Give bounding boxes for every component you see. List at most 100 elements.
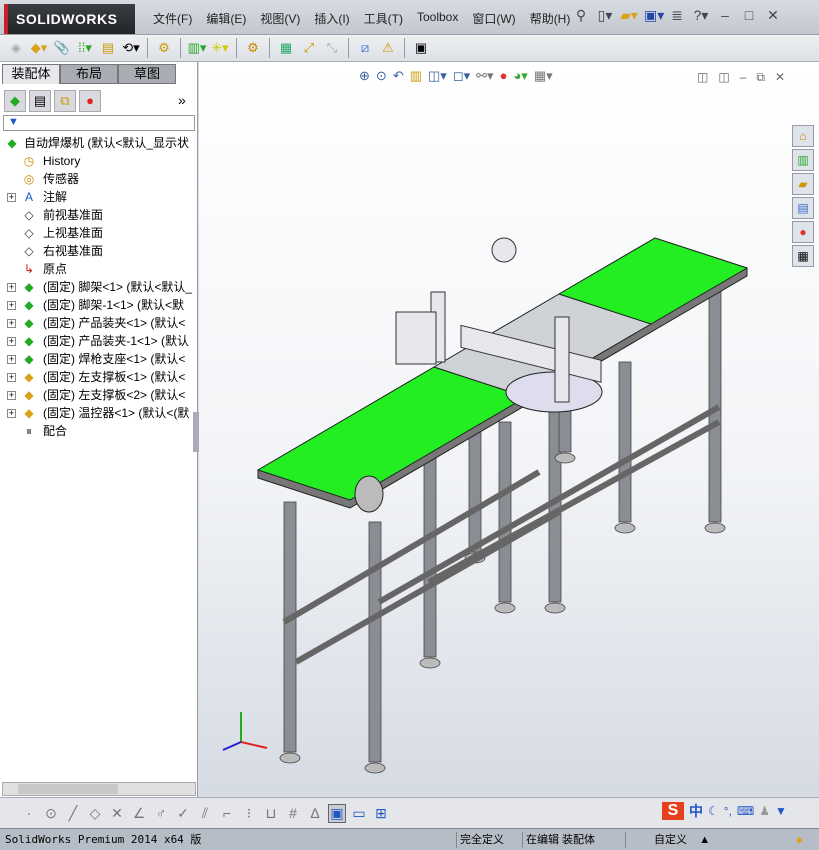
expand-toggle[interactable]: + [7, 355, 16, 364]
tree-item[interactable]: + ◆ (固定) 产品装夹-1<1> (默认 [0, 332, 197, 350]
polygon-icon[interactable]: ◇ [86, 805, 104, 822]
reference-geometry-icon[interactable]: ✳▾ [210, 38, 230, 58]
interference-detection-icon[interactable]: ⧄ [355, 38, 375, 58]
instant3d-icon[interactable]: ▣ [411, 38, 431, 58]
skin-icon[interactable]: ▼ [775, 804, 787, 818]
expand-toggle[interactable]: + [7, 283, 16, 292]
more-chevron[interactable]: » [178, 92, 186, 108]
minimize-button[interactable]: – [716, 5, 734, 25]
explode-line-icon[interactable]: ⤡ [322, 38, 342, 58]
parallel-icon[interactable]: ⫽ [196, 805, 214, 822]
menu-window[interactable]: 窗口(W) [465, 10, 522, 27]
dimension-icon[interactable]: ⊔ [262, 805, 280, 822]
tree-item[interactable]: + ◆ (固定) 温控器<1> (默认<(默 [0, 404, 197, 422]
sogou-icon[interactable]: S [662, 802, 684, 820]
dotted-line-icon[interactable]: ⁝ [240, 805, 258, 822]
tree-item[interactable]: ◷ History [0, 152, 197, 170]
tangent-icon[interactable]: ♂ [152, 805, 170, 821]
open-icon[interactable]: ▰▾ [620, 5, 638, 25]
keyboard-icon[interactable]: ⌨ [737, 804, 754, 818]
edit-component-icon[interactable]: ◈ [6, 38, 26, 58]
feature-manager-icon[interactable]: ◆ [4, 90, 26, 112]
menu-insert[interactable]: 插入(I) [307, 10, 356, 27]
clearance-verification-icon[interactable]: ⚠ [378, 38, 398, 58]
pin-icon[interactable]: ⚲ [572, 5, 590, 25]
menu-edit[interactable]: 编辑(E) [199, 10, 253, 27]
point-icon[interactable]: · [20, 805, 38, 821]
angle-dim-icon[interactable]: ∆ [306, 805, 324, 821]
intersection-icon[interactable]: ✕ [108, 805, 126, 822]
configuration-manager-icon[interactable]: ⧉ [54, 90, 76, 112]
grid-icon[interactable]: # [284, 805, 302, 821]
single-view-icon[interactable]: ▭ [350, 805, 368, 822]
help-icon[interactable]: ?▾ [692, 5, 710, 25]
3d-box-icon[interactable]: ▣ [328, 803, 346, 823]
tree-item[interactable]: + ◆ (固定) 脚架-1<1> (默认<默 [0, 296, 197, 314]
punctuation-icon[interactable]: °, [724, 804, 732, 818]
tree-item[interactable]: + ◆ (固定) 脚架<1> (默认<默认_ [0, 278, 197, 296]
tab-assembly[interactable]: 装配体 [2, 64, 60, 84]
options-icon[interactable]: ≣ [668, 5, 686, 25]
view-palette-icon[interactable]: ▤ [792, 197, 814, 219]
file-explorer-icon[interactable]: ▰ [792, 173, 814, 195]
tab-layout[interactable]: 布局 [60, 64, 118, 84]
tree-item[interactable]: ◇ 前视基准面 [0, 206, 197, 224]
move-component-icon[interactable]: ⟲▾ [121, 38, 141, 58]
tree-item[interactable]: ◆ 自动焊爆机 (默认<默认_显示状 [0, 134, 197, 152]
design-library-icon[interactable]: ▥ [792, 149, 814, 171]
user-icon[interactable]: ♟ [759, 804, 770, 818]
filter-icon[interactable]: ▼ [8, 116, 19, 128]
filter-input[interactable]: ▼ [3, 115, 195, 131]
appearances-icon[interactable]: ● [792, 221, 814, 243]
corner-icon[interactable]: ⌐ [218, 805, 236, 821]
ime-language[interactable]: 中 [689, 801, 703, 821]
insert-components-icon[interactable]: ◆▾ [29, 38, 49, 58]
tag-icon[interactable]: ◆ [793, 832, 806, 848]
tree-item[interactable]: + ◆ (固定) 产品装夹<1> (默认< [0, 314, 197, 332]
menu-help[interactable]: 帮助(H) [523, 10, 578, 27]
tree-item[interactable]: + ◆ (固定) 左支撑板<1> (默认< [0, 368, 197, 386]
expand-toggle[interactable]: + [7, 409, 16, 418]
tree-item[interactable]: ◇ 上视基准面 [0, 224, 197, 242]
linear-pattern-icon[interactable]: ⁞⁞▾ [75, 38, 95, 58]
expand-toggle[interactable]: + [7, 391, 16, 400]
new-doc-icon[interactable]: ▯▾ [596, 5, 614, 25]
circle-icon[interactable]: ⊙ [42, 805, 60, 822]
display-manager-icon[interactable]: ● [79, 90, 101, 112]
menu-file[interactable]: 文件(F) [146, 10, 199, 27]
property-manager-icon[interactable]: ▤ [29, 90, 51, 112]
smart-fasteners-icon[interactable]: ▤ [98, 38, 118, 58]
restore-button[interactable]: □ [740, 5, 758, 25]
units-selector[interactable]: 自定义 ▲ [625, 832, 713, 848]
tree-item[interactable]: ⏸ 配合 [0, 422, 197, 440]
home-icon[interactable]: ⌂ [792, 125, 814, 147]
assembly-features-icon[interactable]: ▥▾ [187, 38, 207, 58]
menu-view[interactable]: 视图(V) [253, 10, 307, 27]
perpendicular-icon[interactable]: ✓ [174, 805, 192, 822]
motion-study-icon[interactable]: ⚙ [243, 38, 263, 58]
save-icon[interactable]: ▣▾ [644, 5, 664, 25]
tree-item[interactable]: ↳ 原点 [0, 260, 197, 278]
units-arrow[interactable]: ▲ [699, 834, 710, 846]
menu-toolbox[interactable]: Toolbox [410, 10, 465, 27]
solidworks-logo[interactable]: SOLIDWORKS [4, 4, 135, 34]
angle-icon[interactable]: ∠ [130, 805, 148, 822]
expand-toggle[interactable]: + [7, 337, 16, 346]
moon-icon[interactable]: ☾ [708, 804, 719, 818]
tree-item[interactable]: + ◆ (固定) 焊枪支座<1> (默认< [0, 350, 197, 368]
show-hidden-icon[interactable]: ⚙ [154, 38, 174, 58]
tree-item[interactable]: + ◆ (固定) 左支撑板<2> (默认< [0, 386, 197, 404]
bill-of-materials-icon[interactable]: ▦ [276, 38, 296, 58]
horizontal-scrollbar[interactable] [2, 782, 196, 796]
expand-toggle[interactable]: + [7, 319, 16, 328]
tree-item[interactable]: + A 注解 [0, 188, 197, 206]
expand-toggle[interactable]: + [7, 373, 16, 382]
assembly-model[interactable] [199, 62, 819, 797]
menu-tools[interactable]: 工具(T) [357, 10, 410, 27]
four-view-icon[interactable]: ⊞ [372, 805, 390, 822]
expand-toggle[interactable]: + [7, 193, 16, 202]
exploded-view-icon[interactable]: ⤢ [299, 38, 319, 58]
graphics-viewport[interactable]: ⊕ ⊙ ↶ ▥ ◫▾ ◻▾ ⚯▾ ● ◕▾ ▦▾ ◫ ◫ – ⧉ ✕ [199, 62, 819, 797]
expand-toggle[interactable]: + [7, 301, 16, 310]
tree-item[interactable]: ◇ 右视基准面 [0, 242, 197, 260]
